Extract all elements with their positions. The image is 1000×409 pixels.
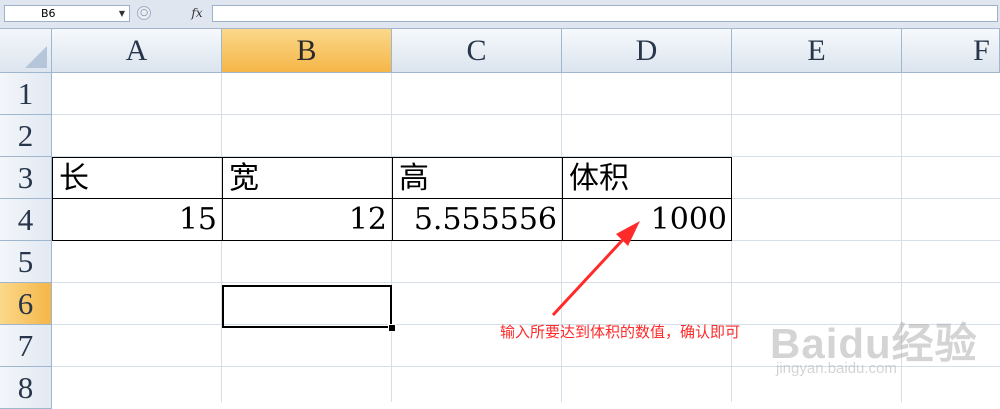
watermark-url: jingyan.baidu.com xyxy=(776,360,897,377)
arrow-shaft xyxy=(551,230,632,317)
watermark: Baidu经验 jingyan.baidu.com xyxy=(770,310,990,400)
annotation-text: 输入所要达到体积的数值，确认即可 xyxy=(500,323,741,341)
